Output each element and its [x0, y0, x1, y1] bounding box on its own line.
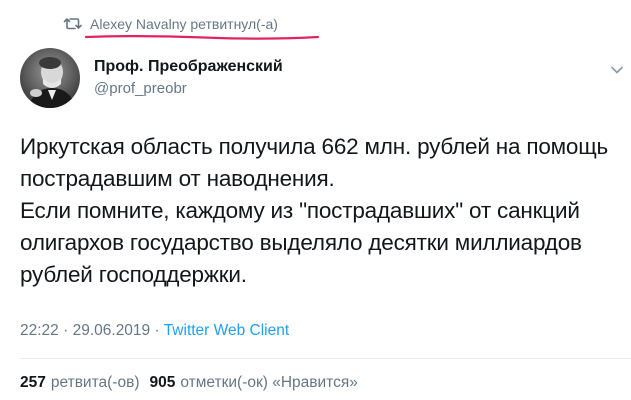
likes-stat[interactable]: 905 отметки(-ок) «Нравится»	[149, 374, 357, 392]
tweet-text: Иркутская область получила 662 млн. рубл…	[20, 131, 620, 291]
retweet-context[interactable]: Alexey Navalny ретвитнул(-а)	[63, 12, 278, 36]
likes-count: 905	[149, 374, 176, 391]
tweet-date[interactable]: 29.06.2019	[73, 322, 151, 339]
chevron-down-icon[interactable]	[609, 62, 625, 78]
retweet-label[interactable]: Alexey Navalny ретвитнул(-а)	[90, 16, 278, 32]
author-display-name[interactable]: Проф. Преображенский	[94, 56, 283, 78]
tweet-text-paragraph-2: Если помните, каждому из "пострадавших" …	[20, 198, 582, 287]
tweet-stats: 257 ретвита(-ов) 905 отметки(-ок) «Нрави…	[20, 374, 362, 392]
retweets-count: 257	[20, 374, 46, 391]
retweet-icon	[63, 16, 83, 32]
meta-separator: ·	[154, 322, 160, 339]
meta-separator: ·	[63, 322, 69, 339]
likes-label: отметки(-ок) «Нравится»	[180, 374, 358, 391]
tweet-text-paragraph-1: Иркутская область получила 662 млн. рубл…	[20, 134, 609, 191]
divider	[20, 358, 631, 359]
tweet-client-link[interactable]: Twitter Web Client	[164, 322, 289, 339]
author-block[interactable]: Проф. Преображенский @prof_preobr	[94, 56, 283, 99]
author-handle[interactable]: @prof_preobr	[94, 79, 283, 99]
avatar-photo	[20, 48, 80, 108]
tweet-time[interactable]: 22:22	[20, 322, 59, 339]
avatar[interactable]	[20, 48, 80, 108]
retweets-label: ретвита(-ов)	[50, 374, 140, 391]
tweet-meta: 22:22 · 29.06.2019 · Twitter Web Client	[20, 322, 289, 340]
retweets-stat[interactable]: 257 ретвита(-ов)	[20, 374, 139, 392]
